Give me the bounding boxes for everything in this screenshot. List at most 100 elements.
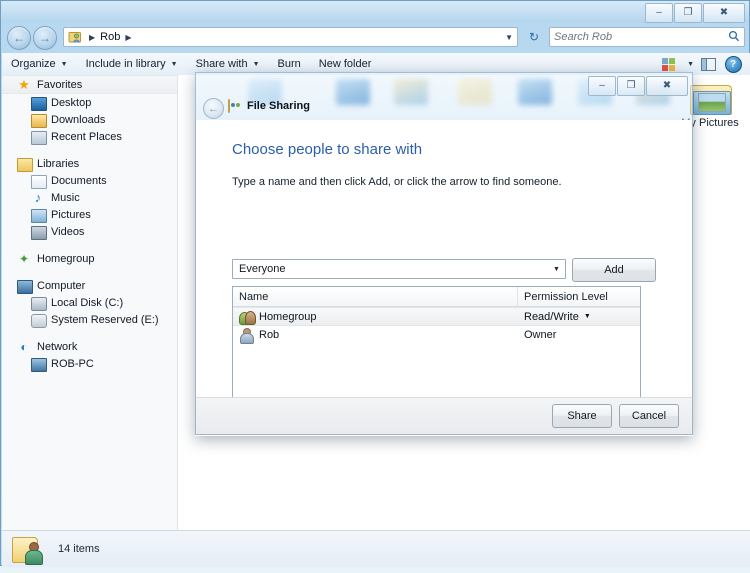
sidebar-item-desktop[interactable]: Desktop xyxy=(2,94,177,111)
sidebar-label-favorites: Favorites xyxy=(37,78,83,91)
dialog-maximize-button[interactable]: ❐ xyxy=(617,76,645,96)
status-bar: 14 items xyxy=(2,530,750,567)
local-disk-icon xyxy=(30,295,47,311)
sidebar-item-pictures[interactable]: Pictures xyxy=(2,206,177,223)
nav-group-homegroup: ✦ Homegroup xyxy=(2,250,177,267)
dialog-title: File Sharing xyxy=(247,100,310,112)
sidebar-item-recent-places[interactable]: Recent Places xyxy=(2,128,177,145)
minimize-button[interactable]: – xyxy=(645,3,673,23)
chevron-down-icon[interactable]: ▼ xyxy=(584,313,591,320)
sidebar-label-documents: Documents xyxy=(51,174,107,187)
shared-folder-icon xyxy=(12,534,46,565)
maximize-icon: ❐ xyxy=(683,7,693,18)
add-button[interactable]: Add xyxy=(572,258,656,282)
sidebar-item-homegroup[interactable]: ✦ Homegroup xyxy=(2,250,177,267)
person-combobox-value[interactable]: Everyone xyxy=(233,263,548,275)
desktop-icon xyxy=(30,95,47,111)
folder-icon xyxy=(688,81,732,115)
share-button[interactable]: Share xyxy=(552,404,612,428)
dialog-caption-buttons: – ❐ ✖ xyxy=(588,76,688,96)
sidebar-label-videos: Videos xyxy=(51,225,85,238)
computer-node-icon xyxy=(30,356,47,372)
back-arrow-icon: ← xyxy=(208,102,219,115)
chevron-down-icon: ▼ xyxy=(60,60,68,68)
breadcrumb-dropdown-icon[interactable]: ▼ xyxy=(505,33,513,42)
nav-group-computer: Computer Local Disk (C:) System Reserved… xyxy=(2,277,177,328)
minimize-icon: – xyxy=(656,7,662,18)
breadcrumb-end: ▼ xyxy=(505,33,513,42)
file-sharing-dialog: – ❐ ✖ ← File Sharing Choose people to sh… xyxy=(195,72,693,436)
close-button[interactable]: ✖ xyxy=(703,3,745,23)
refresh-icon: ↻ xyxy=(528,30,540,44)
close-icon: ✖ xyxy=(719,7,729,18)
row-name-cell: Homegroup xyxy=(233,310,518,325)
maximize-button[interactable]: ❐ xyxy=(674,3,702,23)
breadcrumb-separator-2[interactable]: ▶ xyxy=(120,33,136,42)
sidebar-item-favorites[interactable]: ★ Favorites xyxy=(2,75,177,94)
close-icon: ✖ xyxy=(662,80,672,91)
dialog-body: Choose people to share with Type a name … xyxy=(195,120,693,432)
window-caption-buttons: – ❐ ✖ xyxy=(645,3,745,23)
sidebar-item-network[interactable]: ◐ Network xyxy=(2,338,177,355)
recent-places-icon xyxy=(30,129,47,145)
sidebar-item-computer[interactable]: Computer xyxy=(2,277,177,294)
computer-icon xyxy=(16,278,33,294)
homegroup-icon: ✦ xyxy=(18,251,30,266)
dialog-subtext: Type a name and then click Add, or click… xyxy=(232,176,562,188)
sidebar-label-pictures: Pictures xyxy=(51,208,91,221)
sidebar-item-libraries[interactable]: Libraries xyxy=(2,155,177,172)
sidebar-item-documents[interactable]: Documents xyxy=(2,172,177,189)
sidebar-item-downloads[interactable]: Downloads xyxy=(2,111,177,128)
refresh-button[interactable]: ↻ xyxy=(524,27,544,47)
sidebar-item-system-reserved-e[interactable]: System Reserved (E:) xyxy=(2,311,177,328)
help-button[interactable]: ? xyxy=(722,54,744,74)
chevron-down-icon: ▼ xyxy=(252,60,260,68)
breadcrumb-item-rob[interactable]: Rob xyxy=(100,31,120,43)
sidebar-item-music[interactable]: ♪ Music xyxy=(2,189,177,206)
star-icon: ★ xyxy=(18,76,30,92)
table-row[interactable]: Rob Owner xyxy=(233,326,640,344)
person-combobox[interactable]: Everyone ▼ xyxy=(232,259,566,279)
column-header-name[interactable]: Name xyxy=(233,287,518,306)
change-view-button[interactable] xyxy=(657,54,679,74)
back-arrow-icon: ← xyxy=(13,31,25,45)
row-permission-cell[interactable]: Read/Write ▼ xyxy=(518,311,640,323)
search-input[interactable]: Search Rob xyxy=(554,31,728,43)
sidebar-item-rob-pc[interactable]: ROB-PC xyxy=(2,355,177,372)
back-button[interactable]: ← xyxy=(7,26,31,50)
sidebar-item-local-disk-c[interactable]: Local Disk (C:) xyxy=(2,294,177,311)
column-header-permission-level[interactable]: Permission Level xyxy=(518,287,640,306)
videos-icon xyxy=(30,224,47,240)
dialog-close-button[interactable]: ✖ xyxy=(646,76,688,96)
sidebar-label-network: Network xyxy=(37,340,78,353)
dialog-footer: Share Cancel xyxy=(195,397,693,435)
toolbar-item-include-in-library[interactable]: Include in library ▼ xyxy=(77,53,187,75)
breadcrumb[interactable]: ▶ Rob ▶ ▼ xyxy=(63,27,518,47)
search-icon xyxy=(728,30,740,45)
search-box[interactable]: Search Rob xyxy=(549,27,745,47)
chevron-down-icon: ▼ xyxy=(170,60,178,68)
forward-button[interactable]: → xyxy=(33,26,57,50)
toolbar-label-burn: Burn xyxy=(277,58,301,70)
documents-icon xyxy=(30,173,47,189)
sidebar-label-recent-places: Recent Places xyxy=(51,130,122,143)
toolbar-item-organize[interactable]: Organize ▼ xyxy=(2,53,77,75)
user-folder-icon xyxy=(68,30,82,44)
chevron-down-icon[interactable]: ▼ xyxy=(548,260,565,278)
view-dropdown-icon[interactable]: ▼ xyxy=(687,61,694,68)
sidebar-label-rob-pc: ROB-PC xyxy=(51,357,94,370)
row-name-label: Homegroup xyxy=(259,310,317,323)
music-icon: ♪ xyxy=(34,189,42,205)
dialog-back-button[interactable]: ← xyxy=(203,98,224,119)
sidebar-item-videos[interactable]: Videos xyxy=(2,223,177,240)
dialog-minimize-button[interactable]: – xyxy=(588,76,616,96)
cancel-button[interactable]: Cancel xyxy=(619,404,679,428)
preview-pane-button[interactable] xyxy=(697,54,719,74)
row-permission-label: Owner xyxy=(524,328,557,341)
dialog-heading: Choose people to share with xyxy=(232,141,423,158)
table-row[interactable]: Homegroup Read/Write ▼ xyxy=(233,307,640,326)
libraries-icon xyxy=(16,156,33,172)
permissions-listview[interactable]: Name Permission Level Homegroup Read/Wri… xyxy=(232,286,641,413)
status-item-count: 14 items xyxy=(58,543,100,555)
